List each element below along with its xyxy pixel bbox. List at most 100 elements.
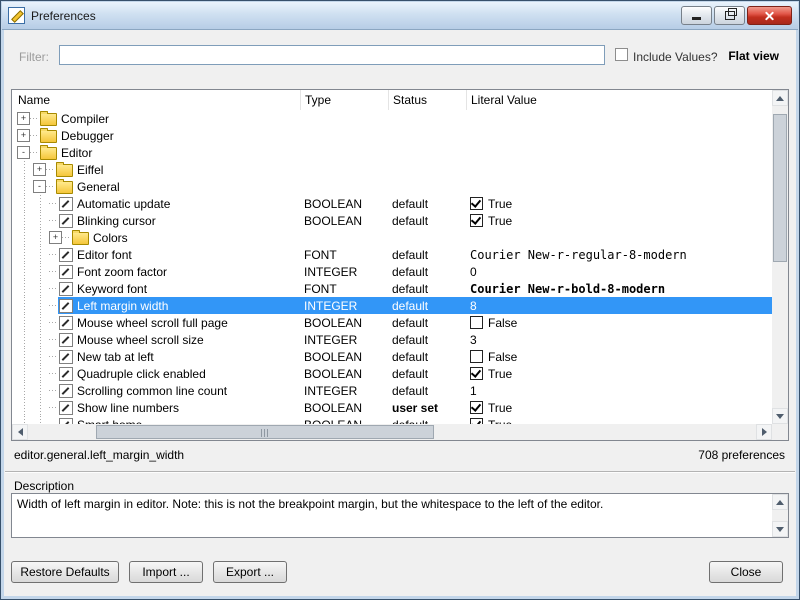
scroll-up-button[interactable]	[772, 90, 788, 106]
description-box: Width of left margin in editor. Note: th…	[11, 493, 789, 538]
column-header-status[interactable]: Status	[388, 90, 466, 110]
tree-name-cell: + Eiffel	[12, 161, 300, 178]
tree-row[interactable]: +Debugger	[12, 127, 772, 144]
scroll-left-button[interactable]	[12, 424, 28, 440]
type-cell: BOOLEAN	[300, 399, 388, 416]
checkbox-checked-icon[interactable]	[470, 367, 483, 380]
tree-row[interactable]: +Colors	[12, 229, 772, 246]
description-scroll-up-button[interactable]	[772, 494, 788, 510]
status-cell: default	[388, 280, 466, 297]
titlebar[interactable]: Preferences	[2, 2, 798, 30]
maximize-icon	[725, 11, 735, 20]
tree-row[interactable]: Mouse wheel scroll sizeINTEGERdefault3	[12, 331, 772, 348]
status-cell	[388, 127, 466, 144]
value-text: Courier New-r-regular-8-modern	[470, 248, 687, 262]
tree-indent	[12, 331, 58, 348]
import-button[interactable]: Import ...	[129, 561, 203, 583]
tree-row[interactable]: Editor fontFONTdefaultCourier New-r-regu…	[12, 246, 772, 263]
tree-item-label: Left margin width	[77, 299, 168, 313]
minimize-button[interactable]	[681, 6, 712, 25]
collapse-icon[interactable]: -	[17, 146, 30, 159]
preference-icon	[59, 384, 73, 398]
close-window-button[interactable]	[747, 6, 792, 25]
collapse-icon[interactable]: -	[33, 180, 46, 193]
restore-defaults-button[interactable]: Restore Defaults	[11, 561, 119, 583]
tree-row[interactable]: Mouse wheel scroll full pageBOOLEANdefau…	[12, 314, 772, 331]
status-cell: default	[388, 382, 466, 399]
tree-row[interactable]: Blinking cursorBOOLEANdefaultTrue	[12, 212, 772, 229]
scroll-right-button[interactable]	[756, 424, 772, 440]
tree-row[interactable]: Show line numbersBOOLEANuser setTrue	[12, 399, 772, 416]
expand-icon[interactable]: +	[33, 163, 46, 176]
type-cell: BOOLEAN	[300, 314, 388, 331]
tree-guide	[33, 314, 49, 331]
value-cell: Courier New-r-bold-8-modern	[466, 280, 772, 297]
tree-row[interactable]: New tab at leftBOOLEANdefaultFalse	[12, 348, 772, 365]
folder-icon	[40, 130, 57, 143]
folder-icon	[56, 164, 73, 177]
preference-icon	[59, 248, 73, 262]
tree-row[interactable]: Keyword fontFONTdefaultCourier New-r-bol…	[12, 280, 772, 297]
type-cell	[300, 178, 388, 195]
tree-indent	[12, 246, 58, 263]
scroll-down-button[interactable]	[772, 408, 788, 424]
tree-indent	[12, 297, 58, 314]
value-label: True	[488, 401, 512, 415]
type-cell: INTEGER	[300, 331, 388, 348]
expand-icon[interactable]: +	[17, 112, 30, 125]
tree-indent	[12, 399, 58, 416]
value-cell	[466, 144, 772, 161]
checkbox-checked-icon[interactable]	[470, 197, 483, 210]
type-cell: BOOLEAN	[300, 212, 388, 229]
tree-item-label: Eiffel	[77, 163, 103, 177]
expand-icon[interactable]: +	[49, 231, 62, 244]
horizontal-scrollbar[interactable]	[12, 424, 772, 440]
description-scroll-down-button[interactable]	[772, 521, 788, 537]
checkbox-checked-icon[interactable]	[470, 214, 483, 227]
tree-indent	[12, 382, 58, 399]
status-cell	[388, 144, 466, 161]
tree-row[interactable]: -General	[12, 178, 772, 195]
checkbox-unchecked-icon[interactable]	[470, 350, 483, 363]
export-button[interactable]: Export ...	[213, 561, 287, 583]
tree-row[interactable]: +Compiler	[12, 110, 772, 127]
folder-icon	[72, 232, 89, 245]
description-label: Description	[14, 479, 74, 493]
tree-name-cell: Quadruple click enabled	[12, 365, 300, 382]
tree-row[interactable]: Scrolling common line countINTEGERdefaul…	[12, 382, 772, 399]
preferences-tree-panel: Name Type Status Literal Value +Compiler…	[11, 89, 789, 441]
expand-icon[interactable]: +	[17, 129, 30, 142]
checkbox-unchecked-icon[interactable]	[470, 316, 483, 329]
type-cell: BOOLEAN	[300, 348, 388, 365]
vertical-scrollbar[interactable]	[772, 90, 788, 424]
tree-guide	[33, 399, 49, 416]
tree-row[interactable]: Automatic updateBOOLEANdefaultTrue	[12, 195, 772, 212]
preference-icon	[59, 333, 73, 347]
tree-guide	[33, 263, 49, 280]
filter-input[interactable]	[59, 45, 605, 65]
close-button[interactable]: Close	[709, 561, 783, 583]
tree-row[interactable]: Font zoom factorINTEGERdefault0	[12, 263, 772, 280]
column-header-name[interactable]: Name	[12, 90, 300, 110]
value-cell	[466, 127, 772, 144]
checkbox-checked-icon[interactable]	[470, 401, 483, 414]
tree-row[interactable]: Quadruple click enabledBOOLEANdefaultTru…	[12, 365, 772, 382]
tree-indent	[12, 212, 58, 229]
tree-row[interactable]: Left margin widthINTEGERdefault8	[12, 297, 772, 314]
vertical-scrollbar-thumb[interactable]	[773, 114, 787, 262]
column-header-type[interactable]: Type	[300, 90, 388, 110]
horizontal-scrollbar-thumb[interactable]	[96, 425, 434, 439]
maximize-button[interactable]	[714, 6, 745, 25]
include-values-checkbox[interactable]	[615, 48, 628, 61]
column-header-literal-value[interactable]: Literal Value	[466, 90, 772, 110]
tree-row[interactable]: + Eiffel	[12, 161, 772, 178]
flat-view-button[interactable]: Flat view	[728, 49, 779, 63]
description-scrollbar[interactable]	[772, 494, 788, 537]
tree-item-label: New tab at left	[77, 350, 154, 364]
tree-row[interactable]: Smart homeBOOLEANdefaultTrue	[12, 416, 772, 424]
tree-row[interactable]: -Editor	[12, 144, 772, 161]
include-values-label: Include Values?	[633, 50, 718, 64]
preferences-count: 708 preferences	[698, 448, 785, 462]
value-cell: 3	[466, 331, 772, 348]
status-cell: default	[388, 348, 466, 365]
